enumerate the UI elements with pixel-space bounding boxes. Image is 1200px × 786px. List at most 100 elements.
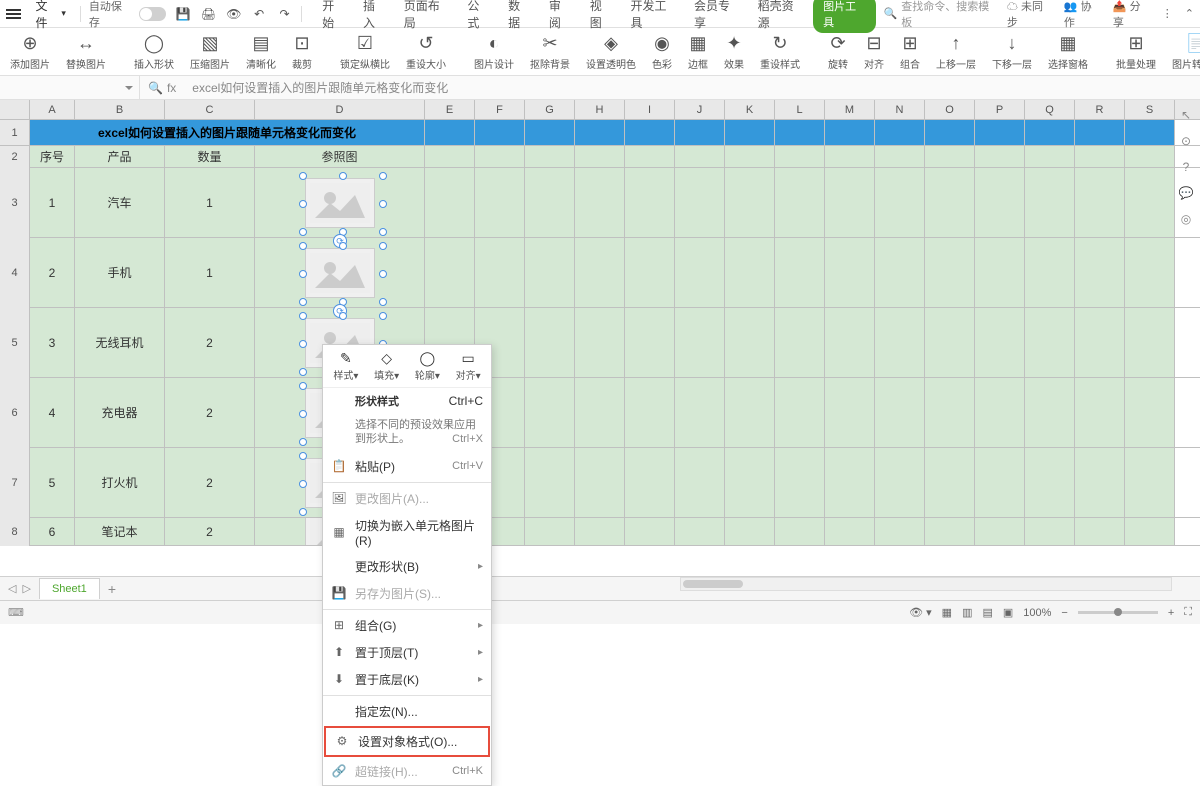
cell-G6[interactable] bbox=[525, 378, 575, 447]
cell-I1[interactable] bbox=[625, 120, 675, 145]
cell-E3[interactable] bbox=[425, 168, 475, 237]
cell-E1[interactable] bbox=[425, 120, 475, 145]
ribbon-效果[interactable]: ✦效果 bbox=[718, 33, 750, 71]
cell-P2[interactable] bbox=[975, 146, 1025, 167]
ribbon-裁剪[interactable]: ⊡裁剪 bbox=[286, 33, 318, 71]
cell-G2[interactable] bbox=[525, 146, 575, 167]
cell-G4[interactable] bbox=[525, 238, 575, 307]
cell-N2[interactable] bbox=[875, 146, 925, 167]
preview-icon[interactable]: 👁 bbox=[225, 5, 242, 23]
tab-0[interactable]: 开始 bbox=[320, 0, 347, 35]
cell-F2[interactable] bbox=[475, 146, 525, 167]
selection-handle[interactable] bbox=[379, 228, 387, 236]
autosave-toggle[interactable] bbox=[139, 7, 166, 21]
view-reading-icon[interactable]: ▣ bbox=[1003, 606, 1013, 619]
help-icon[interactable]: ? bbox=[1183, 160, 1190, 174]
command-search[interactable]: 🔍 查找命令、搜索模板 bbox=[884, 0, 995, 30]
cell-I7[interactable] bbox=[625, 448, 675, 517]
cell-S8[interactable] bbox=[1125, 518, 1175, 545]
cell-J4[interactable] bbox=[675, 238, 725, 307]
cell-L2[interactable] bbox=[775, 146, 825, 167]
cell-H4[interactable] bbox=[575, 238, 625, 307]
cell-Q1[interactable] bbox=[1025, 120, 1075, 145]
cell-B8[interactable]: 笔记本 bbox=[75, 518, 165, 545]
selection-handle[interactable] bbox=[379, 270, 387, 278]
mini-轮廓[interactable]: ◯轮廓▾ bbox=[408, 348, 448, 384]
zoom-in-button[interactable]: + bbox=[1168, 607, 1174, 619]
cell-J3[interactable] bbox=[675, 168, 725, 237]
cell-N1[interactable] bbox=[875, 120, 925, 145]
cell-O8[interactable] bbox=[925, 518, 975, 545]
cell-C2[interactable]: 数量 bbox=[165, 146, 255, 167]
ctx-更改形状(B)[interactable]: 更改形状(B)▸ bbox=[323, 553, 491, 580]
view-page-icon[interactable]: ▤ bbox=[982, 606, 992, 619]
undo-icon[interactable]: ↶ bbox=[251, 5, 268, 23]
ribbon-边框[interactable]: ▦边框 bbox=[682, 33, 714, 71]
ribbon-图片转PDF[interactable]: 📄图片转PDF bbox=[1166, 33, 1200, 71]
cell-I8[interactable] bbox=[625, 518, 675, 545]
row-header-7[interactable]: 7 bbox=[0, 448, 30, 518]
cell-N4[interactable] bbox=[875, 238, 925, 307]
col-header-E[interactable]: E bbox=[425, 100, 475, 119]
cell-F4[interactable] bbox=[475, 238, 525, 307]
col-header-S[interactable]: S bbox=[1125, 100, 1175, 119]
col-header-L[interactable]: L bbox=[775, 100, 825, 119]
cell-A7[interactable]: 5 bbox=[30, 448, 75, 517]
cell-R1[interactable] bbox=[1075, 120, 1125, 145]
cell-K4[interactable] bbox=[725, 238, 775, 307]
ctx-设置对象格式(O)...[interactable]: ⚙设置对象格式(O)... bbox=[324, 726, 490, 757]
col-header-K[interactable]: K bbox=[725, 100, 775, 119]
sync-status[interactable]: ☁ 未同步 bbox=[1007, 0, 1052, 30]
redo-icon[interactable]: ↷ bbox=[276, 5, 293, 23]
cell-I4[interactable] bbox=[625, 238, 675, 307]
cell-J5[interactable] bbox=[675, 308, 725, 377]
cell-C3[interactable]: 1 bbox=[165, 168, 255, 237]
ribbon-锁定纵横比[interactable]: ☑锁定纵横比 bbox=[334, 33, 396, 71]
cell-B7[interactable]: 打火机 bbox=[75, 448, 165, 517]
name-box[interactable] bbox=[0, 76, 140, 99]
ribbon-上移一层[interactable]: ↑上移一层 bbox=[930, 33, 982, 71]
ribbon-组合[interactable]: ⊞组合 bbox=[894, 33, 926, 71]
cell-J6[interactable] bbox=[675, 378, 725, 447]
cell-M3[interactable] bbox=[825, 168, 875, 237]
cell-K6[interactable] bbox=[725, 378, 775, 447]
col-header-J[interactable]: J bbox=[675, 100, 725, 119]
cell-H2[interactable] bbox=[575, 146, 625, 167]
ribbon-抠除背景[interactable]: ✂抠除背景 bbox=[524, 33, 576, 71]
col-header-P[interactable]: P bbox=[975, 100, 1025, 119]
col-header-B[interactable]: B bbox=[75, 100, 165, 119]
row-header-6[interactable]: 6 bbox=[0, 378, 30, 448]
cell-H6[interactable] bbox=[575, 378, 625, 447]
mini-填充[interactable]: ◇填充▾ bbox=[367, 348, 407, 384]
col-header-Q[interactable]: Q bbox=[1025, 100, 1075, 119]
col-header-M[interactable]: M bbox=[825, 100, 875, 119]
cell-G1[interactable] bbox=[525, 120, 575, 145]
cell-P5[interactable] bbox=[975, 308, 1025, 377]
selection-handle[interactable] bbox=[299, 452, 307, 460]
cell-L3[interactable] bbox=[775, 168, 825, 237]
selection-handle[interactable] bbox=[299, 242, 307, 250]
selection-handle[interactable] bbox=[379, 298, 387, 306]
cell-D2[interactable]: 参照图 bbox=[255, 146, 425, 167]
col-header-C[interactable]: C bbox=[165, 100, 255, 119]
cell-N7[interactable] bbox=[875, 448, 925, 517]
product-image[interactable] bbox=[305, 248, 375, 298]
ribbon-批量处理[interactable]: ⊞批量处理 bbox=[1110, 33, 1162, 71]
cell-A2[interactable]: 序号 bbox=[30, 146, 75, 167]
cell-I5[interactable] bbox=[625, 308, 675, 377]
formula-input[interactable]: excel如何设置插入的图片跟随单元格变化而变化 bbox=[184, 79, 1200, 96]
selection-handle[interactable] bbox=[299, 480, 307, 488]
cell-P8[interactable] bbox=[975, 518, 1025, 545]
col-header-F[interactable]: F bbox=[475, 100, 525, 119]
tab-1[interactable]: 插入 bbox=[361, 0, 388, 35]
cell-A6[interactable]: 4 bbox=[30, 378, 75, 447]
sheet-prev-icon[interactable]: ◁ bbox=[8, 582, 16, 595]
tab-6[interactable]: 视图 bbox=[588, 0, 615, 35]
cell-S4[interactable] bbox=[1125, 238, 1175, 307]
selection-handle[interactable] bbox=[379, 172, 387, 180]
cell-R5[interactable] bbox=[1075, 308, 1125, 377]
cell-P4[interactable] bbox=[975, 238, 1025, 307]
cell-O1[interactable] bbox=[925, 120, 975, 145]
print-icon[interactable]: 🖨 bbox=[200, 5, 217, 23]
cell-M1[interactable] bbox=[825, 120, 875, 145]
